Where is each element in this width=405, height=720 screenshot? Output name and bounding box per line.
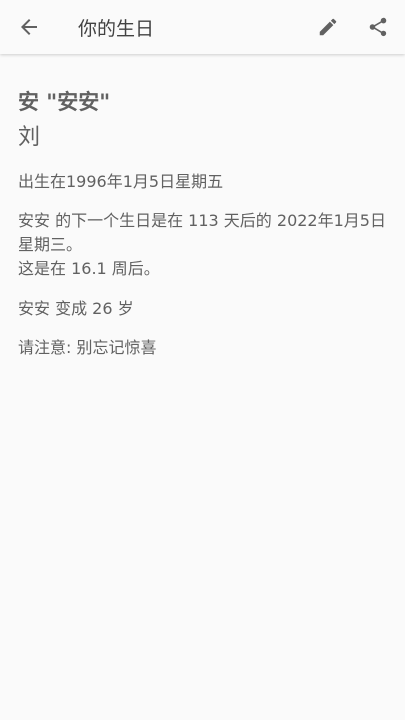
share-icon — [369, 17, 387, 37]
app-window: 你的生日 安 "安安" 刘 出生在1996年1月5日星期五 安安 的下一个生日是… — [0, 0, 405, 720]
person-name: 安 "安安" — [18, 90, 111, 114]
arrow-back-icon — [21, 19, 37, 35]
birth-date-text: 出生在1996年1月5日星期五 — [18, 172, 224, 191]
pencil-icon — [319, 18, 337, 36]
weeks-until-line: 这是在 16.1 周后。 — [18, 259, 160, 278]
share-button[interactable] — [366, 15, 390, 39]
note-text: 请注意: 别忘记惊喜 — [18, 338, 157, 357]
edit-button[interactable] — [316, 15, 340, 39]
next-birthday-text: 安安 的下一个生日是在 113 天后的 2022年1月5日星期三。 这是在 16… — [18, 209, 387, 281]
next-birthday-line: 安安 的下一个生日是在 113 天后的 2022年1月5日星期三。 — [18, 211, 386, 254]
top-app-bar: 你的生日 — [0, 0, 405, 54]
page-title: 你的生日 — [78, 17, 155, 40]
person-surname: 刘 — [18, 125, 41, 150]
birthday-details: 安 "安安" 刘 出生在1996年1月5日星期五 安安 的下一个生日是在 113… — [0, 54, 405, 360]
age-text: 安安 变成 26 岁 — [18, 299, 134, 318]
back-button[interactable] — [17, 15, 41, 39]
